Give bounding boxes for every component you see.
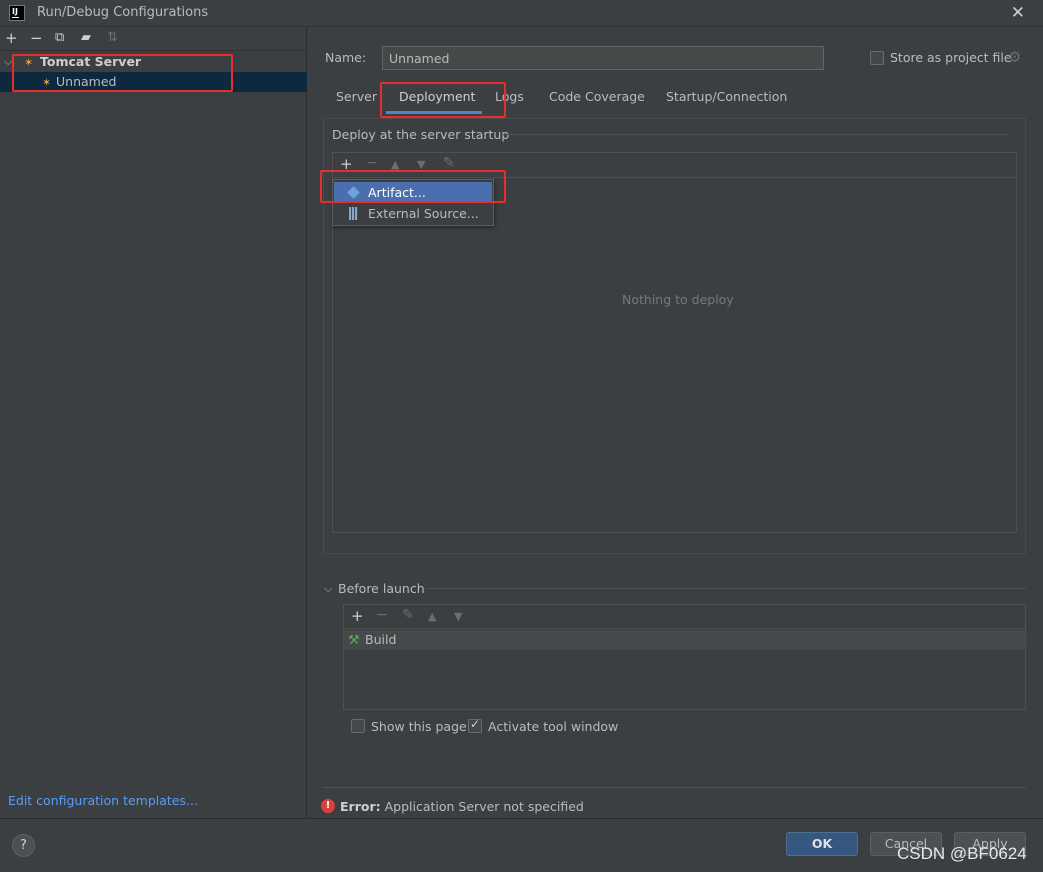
store-as-project-file-label: Store as project file: [890, 50, 1012, 65]
window-title: Run/Debug Configurations: [37, 5, 209, 20]
error-message: Error: Application Server not specified: [340, 799, 584, 814]
add-icon[interactable]: +: [340, 155, 353, 173]
help-button[interactable]: ?: [12, 834, 35, 857]
hammer-icon: ⚒: [348, 633, 360, 648]
edit-pencil-icon[interactable]: ✎: [402, 607, 414, 623]
deployment-section-title: Deploy at the server startup: [332, 127, 510, 142]
tab-startup-connection[interactable]: Startup/Connection: [666, 89, 787, 104]
sort-icon[interactable]: ⇅: [107, 29, 118, 47]
move-down-icon[interactable]: ▼: [417, 158, 425, 171]
move-down-icon[interactable]: ▼: [454, 610, 462, 623]
activate-tool-window-checkbox[interactable]: [468, 717, 482, 733]
sidebar-toolbar: + − ⧉ ▰ ⇅: [0, 27, 307, 51]
add-icon[interactable]: +: [5, 29, 18, 47]
task-label: Build: [365, 632, 397, 647]
copy-icon[interactable]: ⧉: [55, 29, 64, 47]
show-this-page-checkbox[interactable]: [351, 719, 365, 733]
dialog-button-bar: ? OK Cancel Apply CSDN @BF0624: [0, 818, 1043, 872]
ok-button[interactable]: OK: [786, 832, 858, 856]
error-icon: !: [321, 799, 335, 813]
show-this-page-label: Show this page: [371, 719, 467, 734]
tree-item-tomcat-server[interactable]: ⌵ ✶ Tomcat Server: [0, 52, 307, 72]
remove-icon[interactable]: −: [30, 29, 43, 47]
menu-item-label: External Source...: [368, 206, 479, 221]
move-up-icon[interactable]: ▲: [428, 610, 436, 623]
activate-tool-window-label: Activate tool window: [488, 719, 619, 734]
menu-item-external-source[interactable]: External Source...: [334, 203, 492, 224]
remove-icon[interactable]: −: [366, 155, 378, 171]
artifact-icon: [347, 186, 360, 199]
name-input[interactable]: [382, 46, 824, 70]
add-icon[interactable]: +: [351, 607, 364, 625]
configuration-panel: Name: Store as project file ⚙ Server Dep…: [308, 27, 1043, 818]
menu-item-label: Artifact...: [368, 185, 426, 200]
list-item[interactable]: ⚒ Build: [344, 630, 1025, 650]
remove-icon[interactable]: −: [376, 607, 388, 623]
new-folder-icon[interactable]: ▰: [81, 29, 91, 47]
empty-deploy-text: Nothing to deploy: [622, 292, 734, 307]
store-as-project-file-checkbox[interactable]: [870, 51, 884, 65]
menu-item-artifact[interactable]: Artifact...: [334, 182, 492, 203]
close-icon[interactable]: ✕: [1011, 3, 1025, 23]
deployment-toolbar: + − ▲ ▼ ✎: [333, 153, 1016, 178]
chevron-down-icon[interactable]: ⌵: [324, 582, 332, 596]
move-up-icon[interactable]: ▲: [391, 158, 399, 171]
edit-templates-link[interactable]: Edit configuration templates...: [8, 793, 198, 808]
configurations-sidebar: + − ⧉ ▰ ⇅ ⌵ ✶ Tomcat Server ✶ Unnamed Ed…: [0, 27, 307, 818]
tab-code-coverage[interactable]: Code Coverage: [549, 89, 645, 104]
tree-item-unnamed[interactable]: ✶ Unnamed: [0, 72, 307, 92]
tab-logs[interactable]: Logs: [495, 89, 524, 104]
add-deployment-popup: Artifact... External Source...: [332, 179, 494, 226]
tab-deployment[interactable]: Deployment: [399, 89, 475, 104]
before-launch-list[interactable]: + − ✎ ▲ ▼ ⚒ Build: [343, 604, 1026, 710]
tomcat-config-icon: ✶: [42, 76, 52, 89]
chevron-down-icon[interactable]: ⌵: [4, 52, 12, 72]
divider: [323, 787, 1026, 788]
section-divider: [500, 134, 1009, 135]
edit-pencil-icon[interactable]: ✎: [443, 155, 455, 171]
external-source-icon: [349, 207, 358, 220]
intellij-app-icon: IJ: [9, 5, 25, 21]
before-launch-toolbar: + − ✎ ▲ ▼: [344, 605, 1025, 629]
before-launch-title[interactable]: Before launch: [338, 581, 425, 596]
tomcat-icon: ✶: [24, 56, 34, 69]
tab-server[interactable]: Server: [336, 89, 377, 104]
tree-group-label: Tomcat Server: [40, 54, 142, 69]
active-tab-indicator: [386, 111, 482, 114]
name-label: Name:: [325, 50, 367, 65]
title-bar: IJ Run/Debug Configurations ✕: [0, 0, 1043, 27]
gear-icon[interactable]: ⚙: [1008, 48, 1021, 66]
watermark: CSDN @BF0624: [897, 844, 1027, 863]
tree-item-label: Unnamed: [56, 74, 117, 89]
section-divider: [426, 588, 1026, 589]
